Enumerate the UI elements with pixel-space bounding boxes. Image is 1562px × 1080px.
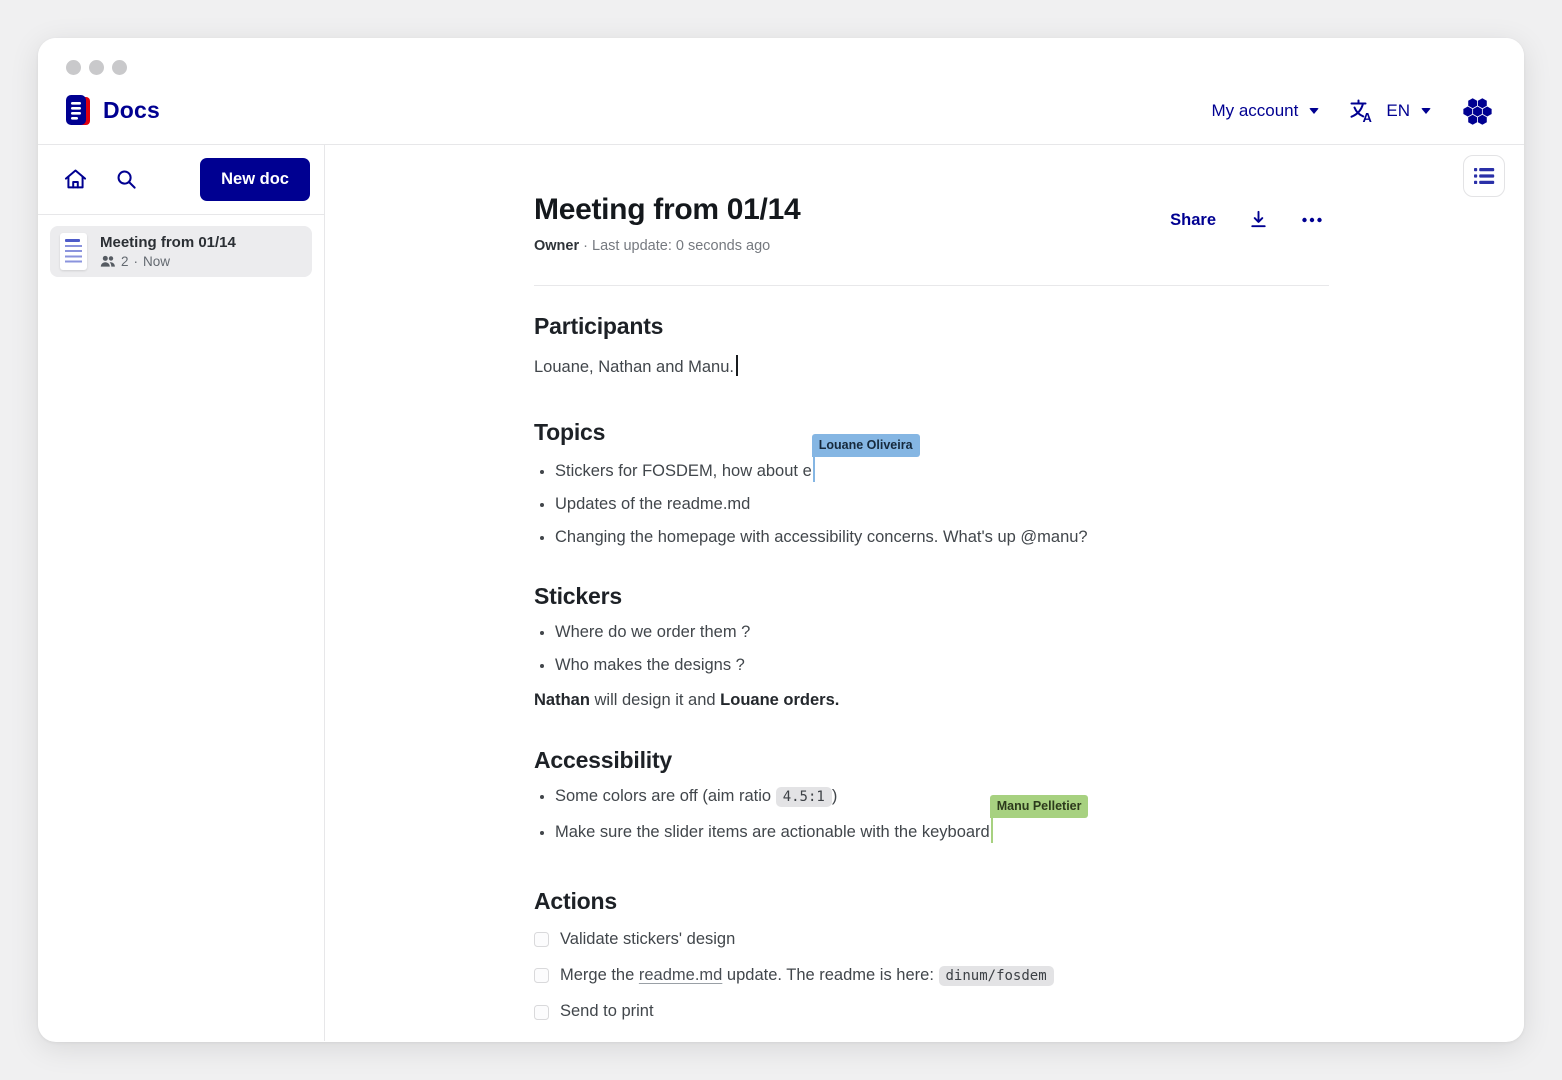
- participants-text: Louane, Nathan and Manu.: [534, 355, 1329, 380]
- stickers-note: Nathan will design it and Louane orders.: [534, 689, 1329, 713]
- my-account-label: My account: [1211, 101, 1298, 121]
- list-icon: [1473, 167, 1495, 185]
- accessibility-list: Some colors are off (aim ratio 4.5:1) Ma…: [534, 785, 1329, 845]
- list-item: Make sure the slider items are actionabl…: [555, 818, 1329, 845]
- divider: [534, 285, 1329, 286]
- collab-cursor-manu: Manu Pelletier: [991, 818, 994, 843]
- new-doc-button[interactable]: New doc: [200, 158, 310, 201]
- download-button[interactable]: [1248, 209, 1269, 231]
- doc-thumbnail-icon: [60, 233, 87, 270]
- list-item: Updates of the readme.md: [555, 493, 1329, 517]
- actions-checklist: Validate stickers' design Merge the read…: [534, 928, 1329, 1023]
- sidebar: New doc Meeting from 01/14: [38, 145, 325, 1041]
- heading-topics: Topics: [534, 419, 1329, 446]
- window-dot[interactable]: [112, 60, 127, 75]
- chevron-down-icon: [1421, 108, 1431, 114]
- topics-list: Stickers for FOSDEM, how about eLouane O…: [534, 457, 1329, 550]
- heading-actions: Actions: [534, 888, 1329, 915]
- stickers-list: Where do we order them ? Who makes the d…: [534, 621, 1329, 678]
- svg-text:A: A: [1363, 110, 1373, 124]
- doc-item-title: Meeting from 01/14: [100, 234, 236, 251]
- chevron-down-icon: [1309, 108, 1319, 114]
- list-item: Where do we order them ?: [555, 621, 1329, 645]
- document: Meeting from 01/14 Owner · Last update: …: [534, 145, 1329, 1041]
- collab-cursor-label: Louane Oliveira: [812, 434, 920, 457]
- task-row: Merge the readme.md update. The readme i…: [534, 964, 1329, 987]
- list-item: Who makes the designs ?: [555, 654, 1329, 678]
- language-label: EN: [1386, 101, 1410, 121]
- checkbox[interactable]: [534, 968, 549, 983]
- task-row: Validate stickers' design: [534, 928, 1329, 951]
- table-of-contents-button[interactable]: [1463, 155, 1505, 197]
- readme-link[interactable]: readme.md: [639, 966, 722, 984]
- my-account-menu[interactable]: My account: [1211, 101, 1319, 121]
- doc-list-item[interactable]: Meeting from 01/14 2·Now: [50, 226, 312, 277]
- translate-icon: A: [1349, 98, 1375, 124]
- docs-logo-icon: [63, 93, 93, 128]
- header-actions: My account A EN: [1211, 91, 1494, 131]
- heading-participants: Participants: [534, 313, 1329, 340]
- more-options-button[interactable]: [1301, 216, 1323, 224]
- list-item: Stickers for FOSDEM, how about eLouane O…: [555, 457, 1329, 484]
- sidebar-toolbar: New doc: [38, 145, 324, 215]
- inline-code: 4.5:1: [776, 787, 832, 807]
- home-icon: [63, 167, 88, 192]
- search-icon: [115, 168, 138, 191]
- doc-item-meta: 2·Now: [100, 254, 236, 269]
- checkbox[interactable]: [534, 932, 549, 947]
- text-caret: [736, 355, 738, 376]
- list-item: Changing the homepage with accessibility…: [555, 526, 1329, 550]
- list-item: Some colors are off (aim ratio 4.5:1): [555, 785, 1329, 809]
- app-window: Docs My account A EN: [38, 38, 1524, 1042]
- document-actions: Share: [1170, 209, 1329, 231]
- app-header: Docs My account A EN: [38, 38, 1524, 145]
- task-label: Merge the readme.md update. The readme i…: [560, 964, 1054, 987]
- window-dot[interactable]: [66, 60, 81, 75]
- app-logo[interactable]: Docs: [63, 93, 160, 128]
- share-button[interactable]: Share: [1170, 211, 1216, 230]
- heading-accessibility: Accessibility: [534, 747, 1329, 774]
- apps-grid-button[interactable]: [1461, 97, 1494, 126]
- task-row: Send to print: [534, 1000, 1329, 1023]
- language-selector[interactable]: A EN: [1349, 98, 1431, 124]
- inline-code: dinum/fosdem: [939, 966, 1054, 986]
- collaborators-icon: [100, 255, 116, 268]
- search-button[interactable]: [115, 168, 138, 191]
- app-name: Docs: [103, 97, 160, 124]
- editor-main: Meeting from 01/14 Owner · Last update: …: [325, 145, 1524, 1041]
- doc-list: Meeting from 01/14 2·Now: [38, 215, 324, 288]
- checkbox[interactable]: [534, 1005, 549, 1020]
- document-meta: Owner · Last update: 0 seconds ago: [534, 238, 800, 254]
- document-title: Meeting from 01/14: [534, 193, 800, 227]
- collab-cursor-louane: Louane Oliveira: [813, 457, 816, 482]
- window-controls: [66, 60, 127, 75]
- window-dot[interactable]: [89, 60, 104, 75]
- home-button[interactable]: [63, 167, 88, 192]
- note-end: orders.: [779, 691, 840, 709]
- heading-stickers: Stickers: [534, 583, 1329, 610]
- collab-cursor-label: Manu Pelletier: [990, 795, 1089, 818]
